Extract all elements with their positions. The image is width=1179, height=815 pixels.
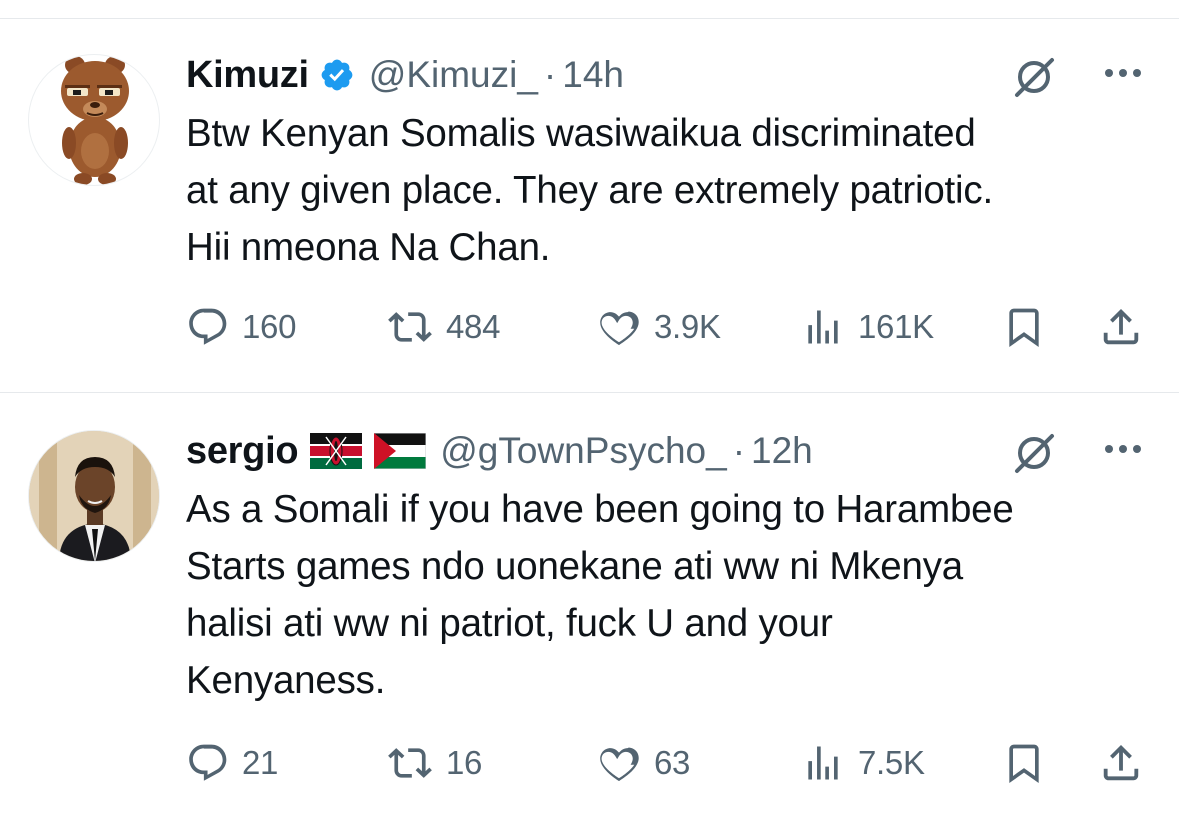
grok-icon[interactable] bbox=[1011, 430, 1057, 481]
like-button[interactable]: 3.9K bbox=[596, 302, 721, 352]
views-button[interactable]: 161K bbox=[800, 302, 934, 352]
profile-photo-image bbox=[29, 431, 159, 561]
tweet-text: Btw Kenyan Somalis wasiwaikua discrimina… bbox=[186, 112, 993, 269]
bookmark-icon bbox=[1009, 744, 1039, 784]
share-button[interactable] bbox=[1098, 302, 1144, 352]
handle[interactable]: @gTownPsycho_ bbox=[440, 430, 726, 472]
more-icon[interactable] bbox=[1103, 66, 1143, 84]
verified-badge-icon bbox=[319, 57, 355, 93]
timestamp[interactable]: 14h bbox=[562, 54, 624, 96]
share-icon bbox=[1103, 744, 1139, 781]
handle[interactable]: @Kimuzi_ bbox=[369, 54, 538, 96]
tweet-kimuzi[interactable]: Kimuzi @Kimuzi_ · 14h Btw Kenyan Somalis… bbox=[0, 0, 1179, 392]
more-icon[interactable] bbox=[1103, 442, 1143, 460]
bear-avatar-image bbox=[61, 56, 129, 185]
reply-button[interactable]: 160 bbox=[186, 302, 296, 352]
repost-button[interactable]: 484 bbox=[386, 302, 500, 352]
avatar[interactable] bbox=[28, 430, 160, 562]
timestamp[interactable]: 12h bbox=[751, 430, 813, 472]
views-button[interactable]: 7.5K bbox=[800, 738, 925, 788]
like-count: 3.9K bbox=[654, 308, 721, 345]
views-icon bbox=[808, 746, 838, 780]
reply-button[interactable]: 21 bbox=[186, 738, 278, 788]
palestine-flag-icon bbox=[374, 433, 427, 469]
separator-dot: · bbox=[732, 430, 746, 471]
repost-icon bbox=[388, 312, 432, 342]
share-icon bbox=[1103, 308, 1139, 345]
kenya-flag-icon bbox=[310, 433, 363, 469]
tweet-sergio[interactable]: sergio @gTownPsycho_ · 12h As a Somali i… bbox=[0, 393, 1179, 815]
views-count: 7.5K bbox=[858, 744, 925, 781]
tweet-header: Kimuzi @Kimuzi_ · 14h bbox=[186, 52, 1149, 98]
action-bar: 21 16 63 7.5K bbox=[186, 738, 1146, 788]
tweet-header: sergio @gTownPsycho_ · 12h bbox=[186, 428, 1149, 474]
like-icon bbox=[600, 747, 639, 782]
display-name[interactable]: sergio bbox=[186, 430, 299, 473]
share-button[interactable] bbox=[1098, 738, 1144, 788]
bookmark-button[interactable] bbox=[1002, 738, 1046, 788]
display-name[interactable]: Kimuzi bbox=[186, 54, 309, 97]
bookmark-icon bbox=[1009, 308, 1039, 348]
avatar[interactable] bbox=[28, 54, 160, 186]
bookmark-button[interactable] bbox=[1002, 302, 1046, 352]
reply-count: 21 bbox=[242, 744, 279, 781]
repost-count: 484 bbox=[446, 308, 501, 345]
like-icon bbox=[600, 311, 639, 346]
tweet-text: As a Somali if you have been going to Ha… bbox=[186, 488, 1014, 702]
action-bar: 160 484 3.9K 161K bbox=[186, 302, 1146, 352]
reply-icon bbox=[189, 308, 227, 345]
reply-count: 160 bbox=[242, 308, 297, 345]
repost-count: 16 bbox=[446, 744, 483, 781]
separator-dot: · bbox=[543, 54, 557, 95]
like-button[interactable]: 63 bbox=[596, 738, 690, 788]
grok-icon[interactable] bbox=[1011, 54, 1057, 105]
like-count: 63 bbox=[654, 744, 691, 781]
repost-icon bbox=[388, 748, 432, 778]
reply-icon bbox=[189, 744, 227, 781]
repost-button[interactable]: 16 bbox=[386, 738, 482, 788]
views-icon bbox=[808, 310, 838, 344]
views-count: 161K bbox=[858, 308, 934, 345]
